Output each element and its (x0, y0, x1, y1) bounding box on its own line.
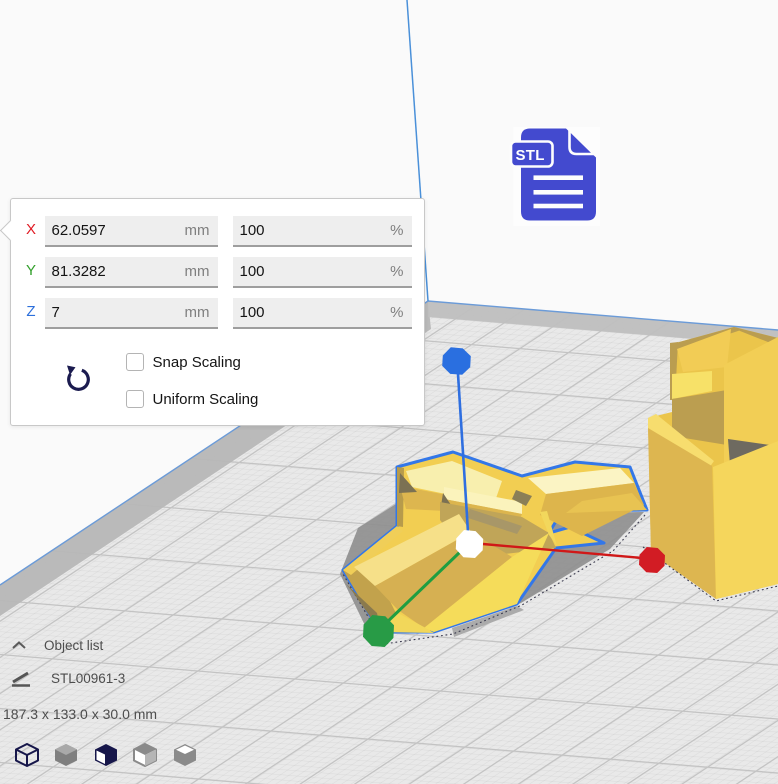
svg-text:STL: STL (516, 147, 545, 164)
